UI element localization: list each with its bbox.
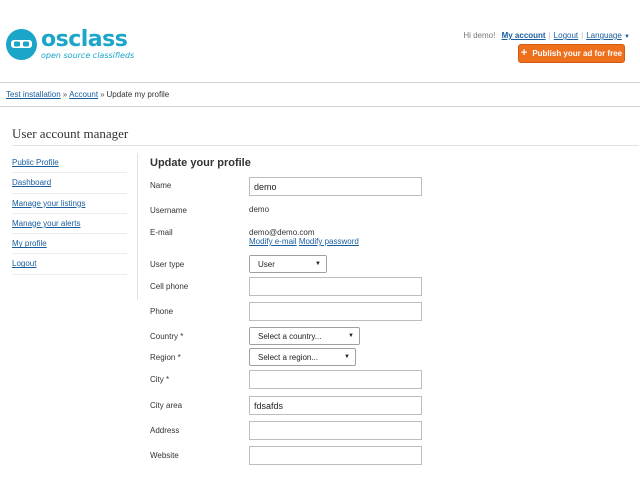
user-type-label: User type — [150, 260, 185, 269]
sidebar-item-logout[interactable]: Logout — [12, 254, 127, 275]
logo-icon — [6, 29, 37, 60]
sidebar-item-dashboard[interactable]: Dashboard — [12, 173, 127, 194]
website-input[interactable] — [249, 446, 422, 465]
website-label: Website — [150, 451, 179, 460]
user-type-selected: User — [258, 259, 275, 269]
breadcrumb-home-link[interactable]: Test installation — [6, 90, 61, 99]
breadcrumb-divider — [0, 106, 640, 107]
sidebar-item-my-profile[interactable]: My profile — [12, 234, 127, 255]
publish-ad-label: Publish your ad for free — [532, 49, 623, 58]
header-divider — [0, 82, 640, 83]
form-title: Update your profile — [150, 157, 251, 169]
username-label: Username — [150, 206, 187, 215]
email-value: demo@demo.com — [249, 228, 315, 237]
page-title: User account manager — [12, 126, 129, 141]
cell-phone-label: Cell phone — [150, 282, 189, 291]
greeting-text: Hi demo! — [463, 31, 496, 40]
breadcrumb-current: Update my profile — [106, 90, 170, 99]
chevron-down-icon[interactable]: ▼ — [624, 34, 630, 40]
city-label: City * — [150, 375, 170, 384]
language-link[interactable]: Language — [586, 31, 622, 40]
nav-separator: | — [581, 31, 584, 40]
chevron-down-icon: ▼ — [315, 261, 321, 267]
country-label: Country * — [150, 332, 184, 341]
site-header: osclass open source classifieds Hi demo!… — [0, 0, 640, 82]
my-account-link[interactable]: My account — [502, 31, 546, 40]
country-select[interactable]: Select a country... ▼ — [249, 327, 360, 345]
breadcrumb-separator: » — [62, 90, 68, 99]
plus-icon: + — [520, 47, 528, 59]
address-label: Address — [150, 426, 180, 435]
logout-link[interactable]: Logout — [554, 31, 578, 40]
region-label: Region * — [150, 353, 181, 362]
top-nav: Hi demo! My account | Logout | Language ▼ — [463, 31, 630, 40]
name-input[interactable] — [249, 177, 422, 196]
username-value: demo — [249, 205, 270, 214]
address-input[interactable] — [249, 421, 422, 440]
sidebar-item-manage-alerts[interactable]: Manage your alerts — [12, 214, 127, 235]
modify-password-link[interactable]: Modify password — [299, 237, 359, 246]
sidebar-item-public-profile[interactable]: Public Profile — [12, 153, 127, 174]
breadcrumb-separator: » — [100, 90, 105, 99]
city-area-input[interactable] — [249, 396, 422, 415]
city-area-label: City area — [150, 401, 183, 410]
cell-phone-input[interactable] — [249, 277, 422, 296]
sidebar-divider — [137, 153, 138, 300]
country-selected: Select a country... — [258, 331, 322, 341]
nav-separator: | — [548, 31, 551, 40]
account-sidebar: Public Profile Dashboard Manage your lis… — [12, 153, 127, 275]
name-label: Name — [150, 181, 172, 190]
publish-ad-button[interactable]: + Publish your ad for free — [518, 44, 625, 63]
breadcrumb-account-link[interactable]: Account — [69, 90, 98, 99]
region-select[interactable]: Select a region... ▼ — [249, 348, 356, 366]
logo-name: osclass — [41, 27, 128, 52]
osclass-logo[interactable]: osclass open source classifieds — [5, 28, 134, 61]
region-selected: Select a region... — [258, 352, 319, 362]
breadcrumb: Test installation» Account» Update my prof… — [6, 90, 169, 99]
logo-tagline: open source classifieds — [41, 51, 135, 60]
chevron-down-icon: ▼ — [344, 354, 350, 360]
phone-input[interactable] — [249, 302, 422, 321]
user-type-select[interactable]: User ▼ — [249, 255, 327, 273]
modify-email-link[interactable]: Modify e-mail — [249, 237, 297, 246]
title-divider — [12, 145, 639, 146]
sidebar-item-manage-listings[interactable]: Manage your listings — [12, 194, 127, 214]
email-label: E-mail — [150, 228, 173, 237]
city-input[interactable] — [249, 370, 422, 389]
chevron-down-icon: ▼ — [348, 333, 354, 339]
phone-label: Phone — [150, 307, 174, 316]
